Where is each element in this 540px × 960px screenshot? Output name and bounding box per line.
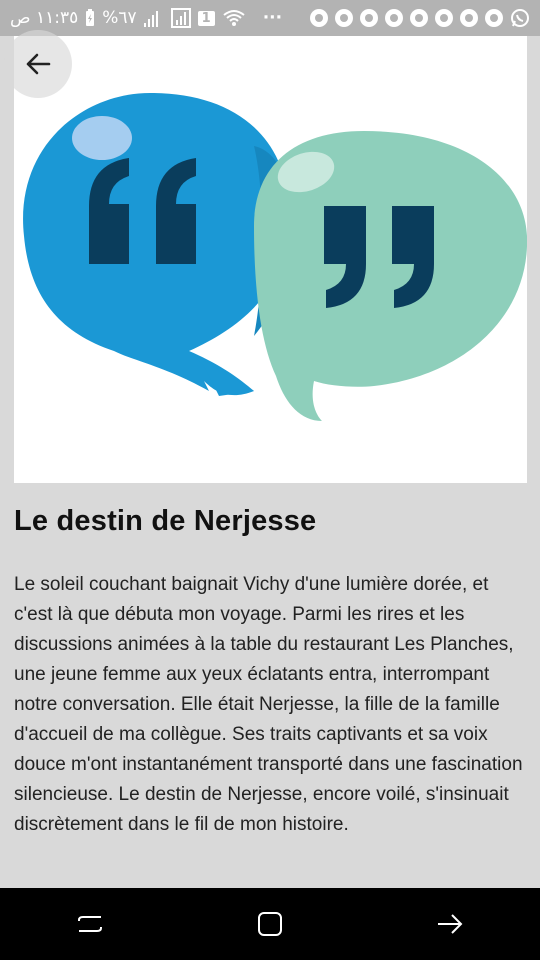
status-dots: ···: [262, 8, 283, 28]
recents-icon: [78, 916, 102, 932]
chrome-icon: [310, 9, 328, 27]
back-button[interactable]: [4, 30, 72, 98]
article-body: Le soleil couchant baignait Vichy d'une …: [14, 574, 523, 835]
signal-box-icon: [170, 8, 191, 28]
back-nav-icon: [438, 914, 463, 934]
home-button[interactable]: [240, 894, 300, 954]
chrome-icon: [435, 9, 453, 27]
chrome-icon: [485, 9, 503, 27]
navigation-bar: [0, 888, 540, 960]
status-left: ١١:٣٥ ص %٦٧ 1 ···: [10, 8, 282, 28]
article-title: Le destin de Nerjesse: [14, 505, 317, 537]
status-bar: ١١:٣٥ ص %٦٧ 1 ···: [0, 0, 540, 36]
signal-icon: [143, 11, 158, 27]
sim-badge: 1: [197, 10, 215, 26]
chrome-icon: [360, 9, 378, 27]
wifi-icon: [223, 10, 245, 26]
whatsapp-icon: [511, 9, 529, 27]
chrome-icon: [335, 9, 353, 27]
clock: ١١:٣٥ ص: [10, 8, 79, 28]
notification-icons: [310, 8, 530, 28]
arrow-left-icon: [26, 53, 51, 75]
back-nav-button[interactable]: [420, 894, 480, 954]
chrome-icon: [410, 9, 428, 27]
quote-bubbles-illustration: [23, 92, 527, 421]
chrome-icon: [460, 9, 478, 27]
battery-percent: %٦٧: [102, 8, 137, 28]
recents-button[interactable]: [60, 894, 120, 954]
hero-image: [14, 36, 527, 483]
home-icon: [258, 912, 282, 936]
chrome-icon: [385, 9, 403, 27]
battery-icon: [86, 9, 95, 26]
